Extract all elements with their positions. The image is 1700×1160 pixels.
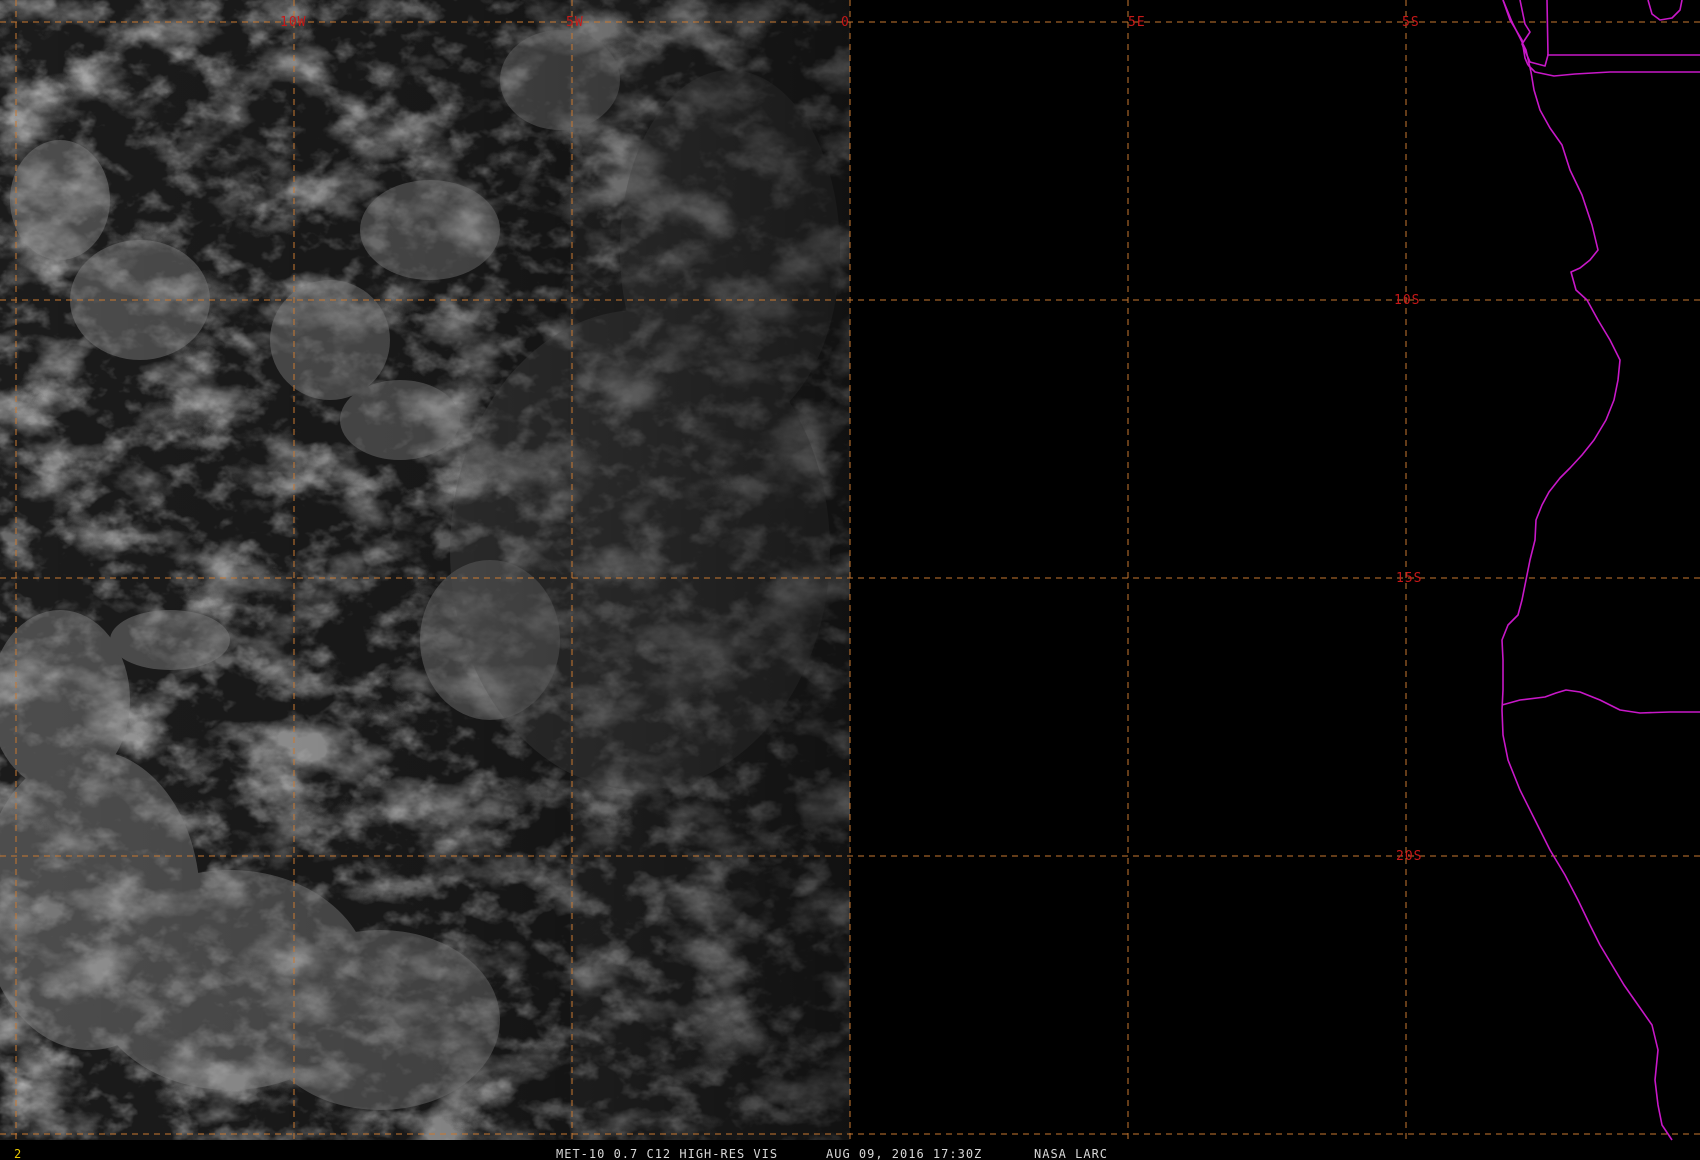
- lat-label-10s: 10S: [1394, 293, 1420, 308]
- image-datetime: AUG 09, 2016 17:30Z: [826, 1147, 982, 1160]
- frame-number: 2: [14, 1147, 22, 1160]
- lon-label-5e: 5E: [1128, 15, 1146, 30]
- lon-label-5w: 5W: [566, 15, 584, 30]
- lat-label-20s: 20S: [1396, 849, 1422, 864]
- lon-label-0: 0: [841, 15, 850, 30]
- daylight-imagery: [0, 0, 850, 1140]
- lat-label-5s: 5S: [1402, 15, 1420, 30]
- product-name: MET-10 0.7 C12 HIGH-RES VIS: [556, 1147, 778, 1160]
- lat-label-15s: 15S: [1396, 571, 1422, 586]
- data-source: NASA LARC: [1034, 1147, 1108, 1160]
- satellite-image-viewer[interactable]: 10W 5W 0 5E 5S 10S 15S 20S 2 MET-10 0.7 …: [0, 0, 1700, 1160]
- lon-label-10w: 10W: [280, 15, 306, 30]
